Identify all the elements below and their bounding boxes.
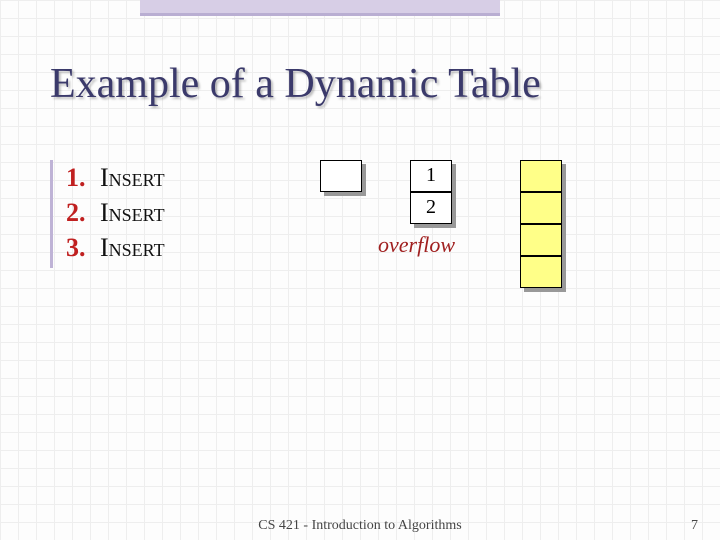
list-item: 2. Insert xyxy=(66,195,165,230)
list-number: 2. xyxy=(66,195,100,230)
list-label: Insert xyxy=(100,160,165,195)
list-number: 1. xyxy=(66,160,100,195)
slide-title: Example of a Dynamic Table xyxy=(50,60,541,108)
table-cell: 1 xyxy=(410,160,452,192)
list-label: Insert xyxy=(100,195,165,230)
table-cell-empty xyxy=(320,160,362,192)
table-cell-empty xyxy=(520,160,562,192)
list-item: 3. Insert xyxy=(66,230,165,265)
list-label: Insert xyxy=(100,230,165,265)
overflow-label: overflow xyxy=(378,232,455,258)
table-cell-empty xyxy=(520,192,562,224)
operation-list: 1. Insert 2. Insert 3. Insert xyxy=(66,160,165,265)
footer-course: CS 421 - Introduction to Algorithms xyxy=(0,518,720,534)
list-number: 3. xyxy=(66,230,100,265)
table-cell-empty xyxy=(520,224,562,256)
table-cell-empty xyxy=(520,256,562,288)
list-accent-bar xyxy=(50,160,53,268)
list-item: 1. Insert xyxy=(66,160,165,195)
table-cell: 2 xyxy=(410,192,452,224)
header-accent-bar xyxy=(140,0,500,16)
footer-page-number: 7 xyxy=(691,518,698,534)
